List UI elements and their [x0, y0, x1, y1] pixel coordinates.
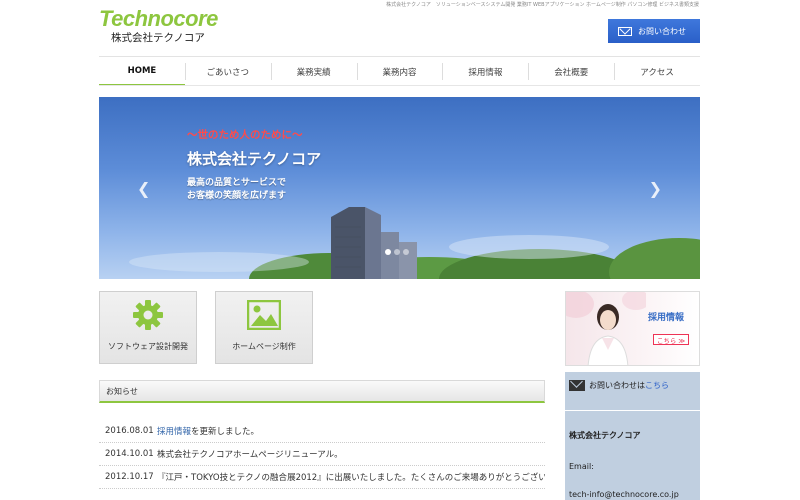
service-software-button[interactable]: ソフトウェア設計開発: [99, 291, 197, 364]
hero-slider: 〜世のため人のために〜 株式会社テクノコア 最高の品質とサービスで お客様の笑顔…: [99, 97, 700, 279]
news-item: 2012.10.17 『江戸・TOKYO技とテクノの融合展2012』に出展いたし…: [99, 466, 545, 489]
nav-item-results[interactable]: 業務実績: [270, 57, 357, 86]
nav-item-services[interactable]: 業務内容: [356, 57, 443, 86]
news-item: 2014.10.01 株式会社テクノコアホームページリニューアル。: [99, 443, 545, 466]
logo-wordmark: Technocore: [99, 6, 218, 31]
hero-copy-line2: お客様の笑顔を広げます: [187, 191, 287, 201]
nav-item-access[interactable]: アクセス: [614, 57, 700, 86]
slider-dots: [385, 249, 409, 255]
hero-copy-line1: 最高の品質とサービスで: [187, 178, 287, 188]
mail-icon: [618, 26, 632, 36]
image-icon: [247, 298, 281, 332]
nav-item-company[interactable]: 会社概要: [528, 57, 614, 86]
nav-item-recruit[interactable]: 採用情報: [442, 57, 528, 86]
news-date: 2014.10.01: [105, 449, 154, 459]
news-text: 株式会社テクノコアホームページリニューアル。: [157, 450, 343, 460]
mail-icon: [569, 380, 585, 391]
main-nav: HOME ごあいさつ 業務実績 業務内容 採用情報 会社概要 アクセス: [99, 56, 700, 86]
hero-tagline: 〜世のため人のために〜: [187, 129, 303, 141]
sidebar-email-label: Email:: [569, 462, 594, 471]
recruit-title: 採用情報: [648, 313, 685, 323]
nav-divider: [99, 85, 700, 86]
service-software-label: ソフトウェア設計開発: [108, 342, 188, 351]
news-date: 2016.08.01: [105, 426, 154, 436]
slider-dot[interactable]: [403, 249, 409, 255]
nav-item-home[interactable]: HOME: [99, 57, 185, 86]
service-homepage-button[interactable]: ホームページ制作: [215, 291, 313, 364]
contact-button-label: お問い合わせ: [638, 26, 686, 36]
slider-next-icon[interactable]: ❯: [649, 179, 662, 198]
news-date: 2012.10.17: [105, 472, 154, 482]
recruit-link-button[interactable]: こちら ≫: [653, 334, 689, 345]
news-list: 2016.08.01 採用情報を更新しました。 2014.10.01 株式会社テ…: [99, 420, 545, 489]
slider-dot[interactable]: [385, 249, 391, 255]
header-tagline: 株式会社テクノコア ソリューションベースシステム開発 業務IT WEBアプリケー…: [386, 2, 699, 8]
hero-copy: 最高の品質とサービスで お客様の笑顔を広げます: [187, 177, 327, 203]
logo[interactable]: Technocore 株式会社テクノコア: [99, 7, 218, 45]
slider-dot[interactable]: [394, 249, 400, 255]
news-text: 採用情報を更新しました。: [157, 427, 260, 437]
gear-icon: [131, 298, 165, 332]
sidebar-info-box: お問い合わせは こちら 株式会社テクノコア Email: tech-info@te…: [565, 372, 700, 500]
sidebar-divider: [565, 410, 700, 411]
sidebar-company-name: 株式会社テクノコア: [569, 431, 641, 440]
news-link[interactable]: 採用情報: [157, 427, 191, 437]
hero-text-block: 〜世のため人のために〜 株式会社テクノコア 最高の品質とサービスで お客様の笑顔…: [187, 127, 327, 203]
news-text: 『江戸・TOKYO技とテクノの融合展2012』に出展いたしました。たくさんのご来…: [157, 473, 545, 483]
logo-company-name: 株式会社テクノコア: [111, 32, 205, 44]
news-item: 2016.08.01 採用情報を更新しました。: [99, 420, 545, 443]
slider-prev-icon[interactable]: ❮: [137, 179, 150, 198]
nav-item-greeting[interactable]: ごあいさつ: [184, 57, 271, 86]
service-homepage-label: ホームページ制作: [232, 342, 296, 351]
sidebar-email[interactable]: tech-info@technocore.co.jp: [569, 490, 679, 499]
recruit-person-image: [566, 292, 646, 365]
notice-heading: お知らせ: [99, 380, 545, 403]
hero-company-name: 株式会社テクノコア: [187, 150, 322, 168]
sidebar-contact: お問い合わせは こちら: [569, 380, 669, 391]
recruit-banner[interactable]: 採用情報 こちら ≫: [565, 291, 700, 366]
sidebar-contact-text: お問い合わせは: [589, 381, 645, 390]
sidebar-contact-link[interactable]: こちら: [645, 380, 669, 391]
contact-button[interactable]: お問い合わせ: [608, 19, 700, 43]
